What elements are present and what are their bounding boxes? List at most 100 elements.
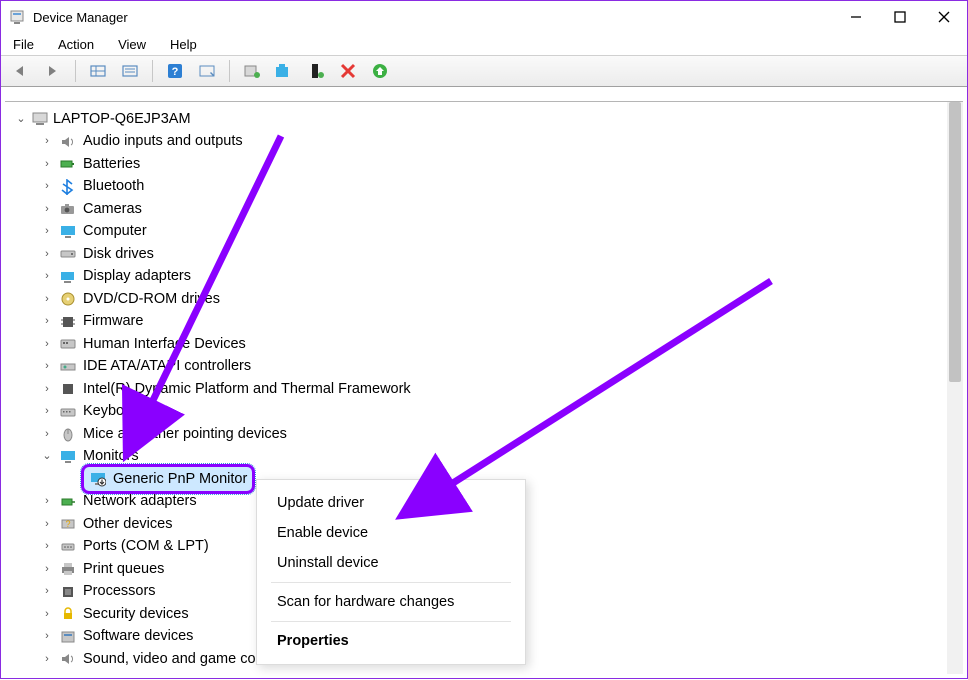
chevron-right-icon[interactable]: ›	[41, 583, 53, 600]
tree-node-mice[interactable]: › Mice and other pointing devices	[7, 423, 961, 446]
other-devices-icon: ?	[59, 515, 77, 533]
menu-view[interactable]: View	[112, 36, 152, 53]
enable-button[interactable]	[366, 59, 394, 83]
chevron-right-icon[interactable]: ›	[41, 291, 53, 308]
toolbar: ?	[1, 55, 967, 87]
network-icon	[59, 493, 77, 511]
svg-text:?: ?	[65, 519, 70, 529]
chevron-right-icon[interactable]: ›	[41, 246, 53, 263]
show-hidden-button[interactable]	[84, 59, 112, 83]
speaker-icon	[59, 133, 77, 151]
toolbar-separator	[75, 60, 76, 82]
camera-icon	[59, 200, 77, 218]
chevron-right-icon[interactable]: ›	[41, 133, 53, 150]
display-adapter-icon	[59, 268, 77, 286]
tree-node-ide[interactable]: › IDE ATA/ATAPI controllers	[7, 355, 961, 378]
menubar: File Action View Help	[1, 33, 967, 55]
tree-node-firmware[interactable]: › Firmware	[7, 310, 961, 333]
ctx-update-driver[interactable]: Update driver	[257, 488, 525, 518]
tree-node-cameras[interactable]: › Cameras	[7, 198, 961, 221]
update-driver-button[interactable]	[238, 59, 266, 83]
bluetooth-icon	[59, 178, 77, 196]
chevron-right-icon[interactable]: ›	[41, 606, 53, 623]
tree-node-computer[interactable]: › Computer	[7, 220, 961, 243]
ctx-uninstall-device[interactable]: Uninstall device	[257, 548, 525, 578]
help-button[interactable]: ?	[161, 59, 189, 83]
root-label: LAPTOP-Q6EJP3AM	[53, 108, 191, 130]
menu-action[interactable]: Action	[52, 36, 100, 53]
chevron-right-icon[interactable]: ›	[41, 201, 53, 218]
maximize-button[interactable]	[891, 8, 909, 26]
port-icon	[59, 538, 77, 556]
computer-icon	[31, 110, 49, 128]
forward-button[interactable]	[39, 59, 67, 83]
properties-button[interactable]	[116, 59, 144, 83]
chevron-right-icon[interactable]: ›	[41, 336, 53, 353]
ctx-separator	[271, 621, 511, 622]
tree-node-display[interactable]: › Display adapters	[7, 265, 961, 288]
chevron-right-icon[interactable]: ›	[41, 561, 53, 578]
cpu-icon	[59, 583, 77, 601]
menu-file[interactable]: File	[7, 36, 40, 53]
chevron-right-icon[interactable]: ›	[41, 493, 53, 510]
tree-node-bluetooth[interactable]: › Bluetooth	[7, 175, 961, 198]
mouse-icon	[59, 425, 77, 443]
ide-icon	[59, 358, 77, 376]
chevron-down-icon[interactable]: ⌄	[41, 448, 53, 465]
keyboard-icon	[59, 403, 77, 421]
context-menu: Update driver Enable device Uninstall de…	[256, 479, 526, 665]
hid-icon	[59, 335, 77, 353]
monitor-disabled-icon	[89, 470, 107, 488]
tree-root[interactable]: ⌄ LAPTOP-Q6EJP3AM	[7, 108, 961, 130]
menu-help[interactable]: Help	[164, 36, 203, 53]
sound-icon	[59, 650, 77, 668]
tree-node-batteries[interactable]: › Batteries	[7, 153, 961, 176]
window-title: Device Manager	[33, 10, 128, 25]
titlebar: Device Manager	[1, 1, 967, 33]
chevron-right-icon[interactable]: ›	[41, 268, 53, 285]
tree-node-intel[interactable]: › Intel(R) Dynamic Platform and Thermal …	[7, 378, 961, 401]
disc-icon	[59, 290, 77, 308]
monitor-icon	[59, 448, 77, 466]
scan-button[interactable]	[193, 59, 221, 83]
chevron-right-icon[interactable]: ›	[41, 223, 53, 240]
ctx-scan-hardware[interactable]: Scan for hardware changes	[257, 587, 525, 617]
toolbar-separator	[152, 60, 153, 82]
chevron-right-icon[interactable]: ›	[41, 313, 53, 330]
chevron-right-icon[interactable]: ›	[41, 426, 53, 443]
tree-node-dvd[interactable]: › DVD/CD-ROM drives	[7, 288, 961, 311]
chevron-right-icon[interactable]: ›	[41, 381, 53, 398]
chevron-right-icon[interactable]: ›	[41, 178, 53, 195]
tree-node-hid[interactable]: › Human Interface Devices	[7, 333, 961, 356]
chevron-right-icon[interactable]: ›	[41, 516, 53, 533]
tree-node-audio[interactable]: › Audio inputs and outputs	[7, 130, 961, 153]
chevron-down-icon[interactable]: ⌄	[15, 111, 27, 128]
software-icon	[59, 628, 77, 646]
chevron-right-icon[interactable]: ›	[41, 358, 53, 375]
remove-button[interactable]	[334, 59, 362, 83]
scrollbar[interactable]	[947, 102, 963, 674]
ctx-properties[interactable]: Properties	[257, 626, 525, 656]
toolbar-separator	[229, 60, 230, 82]
chip-icon	[59, 313, 77, 331]
chevron-right-icon[interactable]: ›	[41, 403, 53, 420]
tree-node-disk[interactable]: › Disk drives	[7, 243, 961, 266]
ctx-enable-device[interactable]: Enable device	[257, 518, 525, 548]
chevron-right-icon[interactable]: ›	[41, 538, 53, 555]
scrollbar-thumb[interactable]	[949, 102, 961, 382]
chevron-right-icon[interactable]: ›	[41, 651, 53, 668]
back-button[interactable]	[7, 59, 35, 83]
printer-icon	[59, 560, 77, 578]
disable-button[interactable]	[302, 59, 330, 83]
svg-text:?: ?	[172, 66, 179, 78]
uninstall-button[interactable]	[270, 59, 298, 83]
chevron-right-icon[interactable]: ›	[41, 628, 53, 645]
close-button[interactable]	[935, 8, 953, 26]
disk-icon	[59, 245, 77, 263]
security-icon	[59, 605, 77, 623]
ctx-separator	[271, 582, 511, 583]
tree-node-keyboards[interactable]: › Keyboards	[7, 400, 961, 423]
minimize-button[interactable]	[847, 8, 865, 26]
chip-icon	[59, 380, 77, 398]
chevron-right-icon[interactable]: ›	[41, 156, 53, 173]
